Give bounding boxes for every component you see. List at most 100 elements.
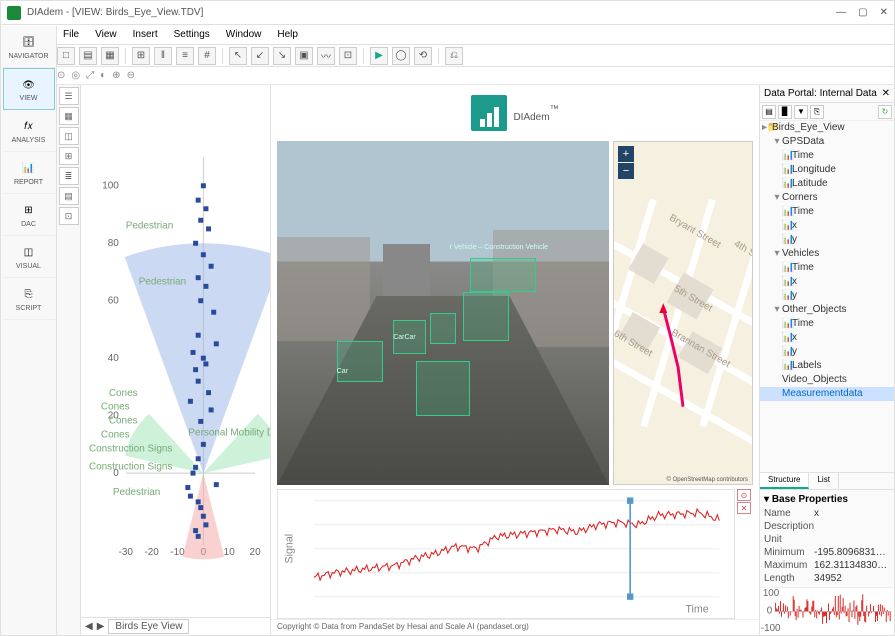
svg-text:-20: -20 [144, 547, 159, 558]
vt-7[interactable]: ⊡ [59, 207, 79, 225]
tool-right[interactable]: ↘ [273, 47, 291, 65]
dac-icon: ⊞ [17, 202, 41, 220]
vt-3[interactable]: ◫ [59, 127, 79, 145]
window-title: DIAdem - [VIEW: Birds_Eye_View.TDV] [27, 7, 836, 18]
tool-h1[interactable]: ‖ [154, 47, 172, 65]
menu-insert[interactable]: Insert [127, 27, 164, 42]
tree-corners[interactable]: ▾Corners [760, 191, 894, 205]
zoom-tool-1[interactable]: ⊙ [57, 70, 65, 81]
prop-length: Length34952 [764, 572, 890, 585]
tree-latitude[interactable]: 📊Latitude [760, 177, 894, 191]
portal-tool-4[interactable]: ⎘ [810, 105, 824, 119]
tree-time[interactable]: 📊Time [760, 261, 894, 275]
vt-4[interactable]: ⊞ [59, 147, 79, 165]
tool-hash[interactable]: # [198, 47, 216, 65]
zoom-toolbar: ⊙ ◎ ⤢ ◐ ⊕ ⊖ [1, 67, 894, 85]
prop-name: Namex [764, 507, 890, 520]
vt-2[interactable]: ▦ [59, 107, 79, 125]
zoom-tool-4[interactable]: ◐ [100, 70, 106, 81]
tree-video_objects[interactable]: Video_Objects [760, 373, 894, 387]
tree-y[interactable]: 📊y [760, 233, 894, 247]
tree-y[interactable]: 📊y [760, 289, 894, 303]
map-zoom-out[interactable]: − [618, 163, 634, 179]
tool-cursor[interactable]: ↖ [229, 47, 247, 65]
vt-5[interactable]: ≣ [59, 167, 79, 185]
menu-settings[interactable]: Settings [168, 27, 216, 42]
svg-text:Construction Signs: Construction Signs [89, 461, 172, 472]
tool-h2[interactable]: ≡ [176, 47, 194, 65]
vt-6[interactable]: ▤ [59, 187, 79, 205]
scatter-tab[interactable]: Birds Eye View [108, 619, 189, 634]
map-zoom-in[interactable]: + [618, 146, 634, 162]
play-button[interactable]: ▶ [370, 47, 388, 65]
menu-view[interactable]: View [89, 27, 123, 42]
menu-file[interactable]: File [57, 27, 85, 42]
tree-labels[interactable]: 📊Labels [760, 359, 894, 373]
portal-tool-2[interactable]: ▉ [778, 105, 792, 119]
video-view[interactable]: Car CarCar r Vehicle – Construction Vehi… [277, 141, 609, 485]
zoom-tool-5[interactable]: ⊕ [112, 70, 120, 81]
nav-report[interactable]: 📊REPORT [3, 152, 55, 194]
maximize-button[interactable]: ▢ [858, 7, 867, 18]
zoom-tool-2[interactable]: ◎ [71, 70, 80, 81]
tool-grid[interactable]: ⊞ [132, 47, 150, 65]
map-view[interactable]: Bryant Street 4th Street 5th Street 6th … [613, 141, 753, 485]
visual-icon: ◫ [17, 244, 41, 262]
open-button[interactable]: ▤ [79, 47, 97, 65]
nav-analysis[interactable]: 𝑓𝑥ANALYSIS [3, 110, 55, 152]
menu-help[interactable]: Help [271, 27, 304, 42]
portal-close[interactable]: ✕ [882, 88, 890, 99]
menu-window[interactable]: Window [220, 27, 268, 42]
zoom-tool-3[interactable]: ⤢ [86, 70, 94, 81]
loop-button[interactable]: ⟲ [414, 47, 432, 65]
birds-eye-plot[interactable]: 020406080100-30-20-1001020PedestrianPede… [81, 85, 270, 617]
nav-next[interactable]: ▶ [97, 621, 105, 632]
tab-list[interactable]: List [809, 473, 838, 489]
portal-refresh[interactable]: ↻ [878, 105, 892, 119]
sig-tool-close[interactable]: ✕ [737, 502, 751, 514]
tree-x[interactable]: 📊x [760, 275, 894, 289]
tree-time[interactable]: 📊Time [760, 149, 894, 163]
tool-zoom[interactable]: ⊡ [339, 47, 357, 65]
tree-time[interactable]: 📊Time [760, 317, 894, 331]
minimize-button[interactable]: — [836, 7, 846, 18]
sig-tool-target[interactable]: ⊙ [737, 489, 751, 501]
zoom-tool-6[interactable]: ⊖ [127, 70, 135, 81]
close-button[interactable]: ✕ [880, 7, 888, 18]
portal-tool-1[interactable]: ▤ [762, 105, 776, 119]
pause-button[interactable]: ◯ [392, 47, 410, 65]
tree-y[interactable]: 📊y [760, 345, 894, 359]
new-button[interactable]: □ [57, 47, 75, 65]
tree-other_objects[interactable]: ▾Other_Objects [760, 303, 894, 317]
save-button[interactable]: ▦ [101, 47, 119, 65]
tool-crop[interactable]: ▣ [295, 47, 313, 65]
tree-x[interactable]: 📊x [760, 331, 894, 345]
nav-label: VISUAL [16, 263, 41, 270]
vt-1[interactable]: ☰ [59, 87, 79, 105]
prop-description: Description [764, 520, 890, 533]
nav-prev[interactable]: ◀ [85, 621, 93, 632]
tree-measurementdata[interactable]: Measurementdata [760, 387, 894, 401]
det-label-construction: r Vehicle – Construction Vehicle [450, 244, 548, 251]
mini-plot[interactable]: 100 0 -100 [760, 587, 894, 635]
tool-extra[interactable]: ⎌ [445, 47, 463, 65]
tree-gpsdata[interactable]: ▾GPSData [760, 135, 894, 149]
svg-text:Pedestrian: Pedestrian [126, 221, 174, 232]
nav-navigator[interactable]: 🗄NAVIGATOR [3, 26, 55, 68]
nav-visual[interactable]: ◫VISUAL [3, 236, 55, 278]
tool-left[interactable]: ↙ [251, 47, 269, 65]
tree-birds_eye_view[interactable]: ▸📁Birds_Eye_View [760, 121, 894, 135]
tree-time[interactable]: 📊Time [760, 205, 894, 219]
tree-longitude[interactable]: 📊Longitude [760, 163, 894, 177]
tree-vehicles[interactable]: ▾Vehicles [760, 247, 894, 261]
tree-x[interactable]: 📊x [760, 219, 894, 233]
nav-dac[interactable]: ⊞DAC [3, 194, 55, 236]
portal-filter[interactable]: ▼ [794, 105, 808, 119]
tab-structure[interactable]: Structure [760, 473, 809, 489]
svg-text:10: 10 [224, 547, 236, 558]
svg-text:Cones: Cones [109, 388, 138, 399]
tool-curve[interactable]: 〰 [317, 47, 335, 65]
nav-script[interactable]: ⎘SCRIPT [3, 278, 55, 320]
signal-plot[interactable]: SignalTime [277, 489, 735, 619]
nav-view[interactable]: 👁VIEW [3, 68, 55, 110]
